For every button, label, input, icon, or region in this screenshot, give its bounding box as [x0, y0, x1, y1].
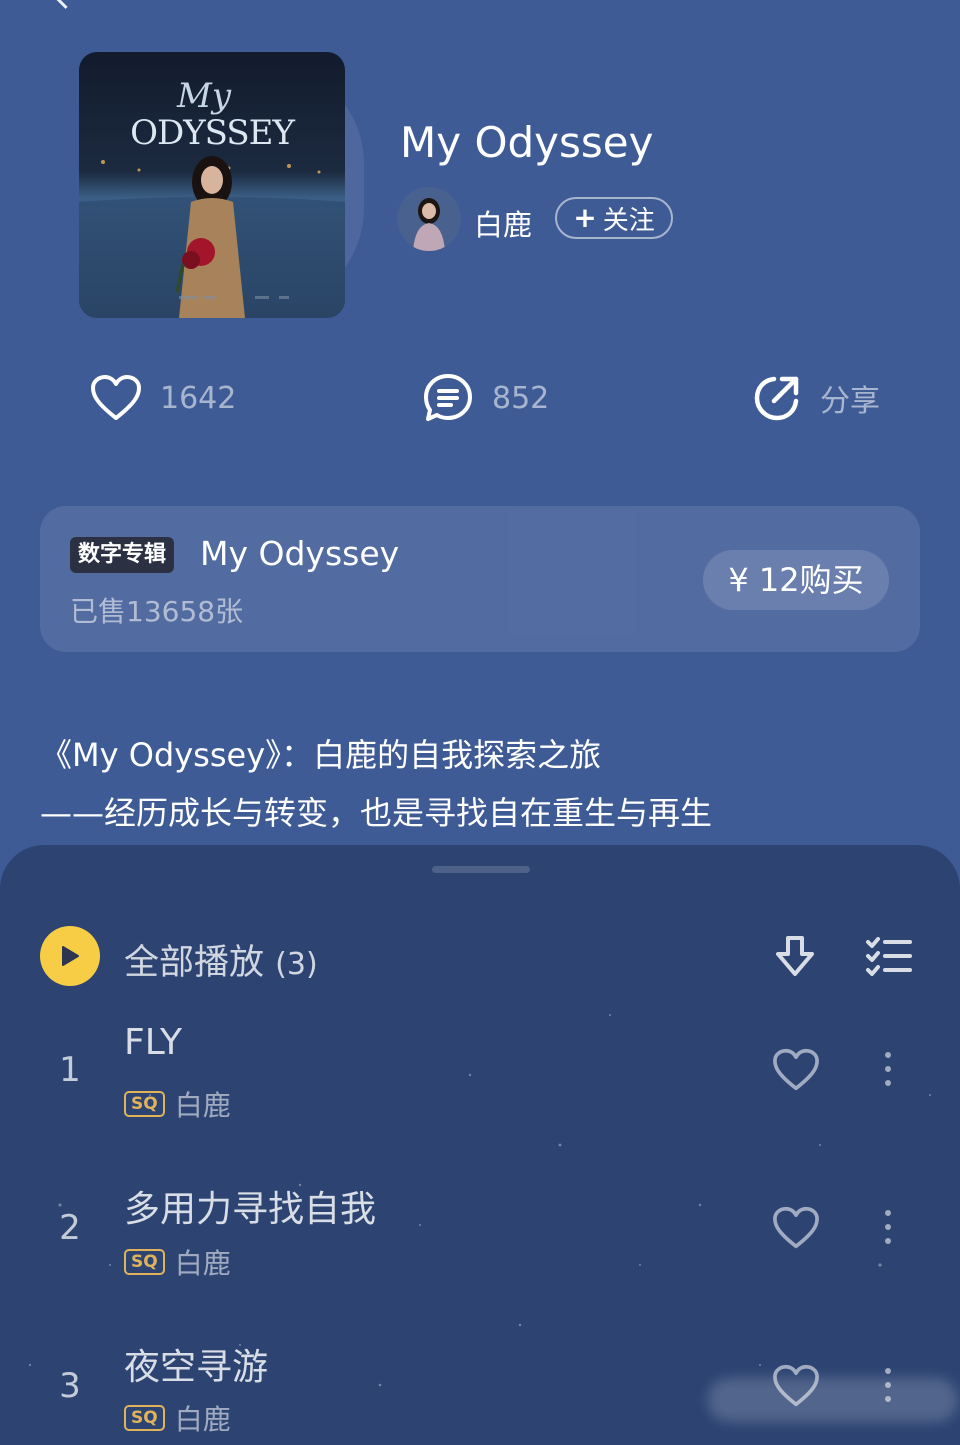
album-description-line1: 《My Odyssey》：白鹿的自我探索之旅: [40, 736, 602, 774]
multiselect-icon[interactable]: [865, 936, 913, 980]
sold-count: 已售13658张: [70, 595, 244, 628]
share-label: 分享: [820, 384, 880, 419]
back-icon[interactable]: [52, 0, 79, 9]
share-action[interactable]: 分享: [752, 368, 880, 428]
watermark: [708, 1378, 958, 1422]
heart-icon: [91, 375, 141, 420]
play-all-text: 全部播放: [124, 943, 265, 983]
like-count: 1642: [160, 380, 237, 416]
artist-avatar[interactable]: [397, 187, 461, 251]
song-index: 2: [59, 1208, 81, 1248]
comment-action[interactable]: 852: [422, 368, 549, 428]
sq-badge: SQ: [124, 1249, 165, 1275]
download-icon[interactable]: [772, 934, 818, 984]
song-title: 夜空寻游: [124, 1347, 269, 1388]
play-all-button[interactable]: [40, 926, 100, 986]
play-all-label[interactable]: 全部播放 (3): [124, 934, 318, 985]
plus-icon: +: [573, 201, 597, 234]
song-index: 3: [59, 1366, 81, 1406]
artist-name[interactable]: 白鹿: [474, 202, 532, 244]
song-meta: SQ 白鹿: [124, 1398, 231, 1438]
track-count: (3): [275, 947, 318, 982]
more-icon[interactable]: [884, 1210, 892, 1244]
comment-icon: [424, 374, 472, 421]
song-artist[interactable]: 白鹿: [175, 1398, 231, 1438]
song-artist[interactable]: 白鹿: [175, 1084, 231, 1124]
like-action[interactable]: 1642: [90, 368, 236, 428]
song-meta: SQ 白鹿: [124, 1242, 231, 1282]
sq-badge: SQ: [124, 1091, 165, 1117]
song-title: FLY: [124, 1022, 182, 1063]
more-icon[interactable]: [884, 1052, 892, 1086]
play-icon: [62, 946, 79, 966]
follow-label: 关注: [602, 205, 655, 236]
sq-badge: SQ: [124, 1405, 165, 1431]
digital-album-badge: 数字专辑: [70, 537, 175, 573]
share-icon: [754, 376, 799, 421]
cover-title: ODYSSEY: [130, 113, 295, 153]
follow-button[interactable]: + 关注: [555, 197, 673, 239]
sheet-handle[interactable]: [432, 866, 530, 873]
song-title: 多用力寻找自我: [124, 1189, 377, 1230]
album-title: My Odyssey: [400, 118, 654, 167]
song-meta: SQ 白鹿: [124, 1084, 231, 1124]
song-index: 1: [59, 1050, 81, 1090]
comment-count: 852: [492, 380, 550, 416]
album-description-line2: ——经历成长与转变，也是寻找自在重生与再生: [40, 794, 713, 832]
cover-title-script: My: [176, 76, 232, 116]
heart-icon[interactable]: [772, 1048, 820, 1096]
buy-button[interactable]: ¥ 12购买: [703, 550, 889, 610]
song-artist[interactable]: 白鹿: [175, 1242, 231, 1282]
album-cover[interactable]: My ODYSSEY: [79, 52, 345, 318]
heart-icon[interactable]: [772, 1206, 820, 1254]
digital-album-title: My Odyssey: [200, 534, 400, 573]
